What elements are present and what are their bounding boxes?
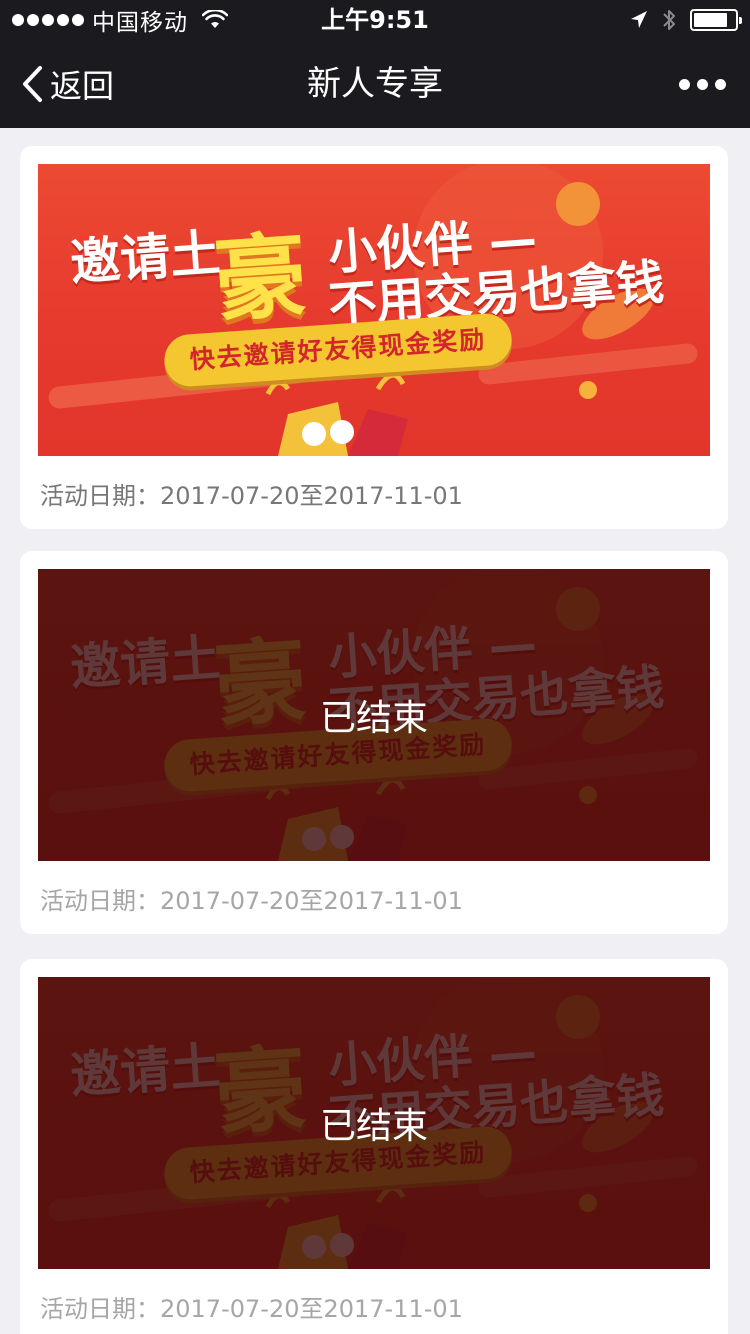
activity-date: 活动日期：2017-07-20至2017-11-01 — [40, 476, 463, 511]
activity-card[interactable]: 邀请土 豪 小伙伴 — 不用交易也拿钱 快去邀请好友得现金奖励 活动日期：201… — [20, 146, 728, 529]
activity-card[interactable]: 邀请土 豪 小伙伴 — 不用交易也拿钱 快去邀请好友得现金奖励 已结束 活动日期… — [20, 551, 728, 934]
date-label: 活动日期： — [40, 1295, 160, 1323]
banner-headline: 邀请土 — [68, 223, 223, 293]
status-right — [630, 0, 742, 40]
activity-card[interactable]: 邀请土 豪 小伙伴 — 不用交易也拿钱 快去邀请好友得现金奖励 已结束 活动日期… — [20, 959, 728, 1334]
battery-level — [694, 13, 727, 27]
date-label: 活动日期： — [40, 887, 160, 915]
ended-overlay: 已结束 — [38, 569, 710, 861]
status-bar: 中国移动 上午9:51 — [0, 0, 750, 40]
date-range: 2017-07-20至2017-11-01 — [160, 887, 463, 915]
activity-banner[interactable]: 邀请土 豪 小伙伴 — 不用交易也拿钱 快去邀请好友得现金奖励 已结束 — [38, 569, 710, 861]
nav-bar: 返回 新人专享 — [0, 40, 750, 128]
activity-date: 活动日期：2017-07-20至2017-11-01 — [40, 1289, 463, 1324]
chevron-left-icon — [23, 66, 42, 102]
back-button[interactable]: 返回 — [20, 40, 114, 128]
more-dot-icon — [715, 78, 726, 90]
activity-date: 活动日期：2017-07-20至2017-11-01 — [40, 881, 463, 916]
banner-headline-emphasis: 豪 — [210, 221, 311, 336]
more-dot-icon — [697, 78, 708, 90]
more-button[interactable] — [679, 40, 726, 128]
ended-status: 已结束 — [319, 1106, 428, 1147]
ended-overlay: 已结束 — [38, 977, 710, 1269]
activity-banner[interactable]: 邀请土 豪 小伙伴 — 不用交易也拿钱 快去邀请好友得现金奖励 已结束 — [38, 977, 710, 1269]
ended-status: 已结束 — [319, 698, 428, 739]
date-label: 活动日期： — [40, 482, 160, 510]
date-range: 2017-07-20至2017-11-01 — [160, 1295, 463, 1323]
bluetooth-icon — [663, 10, 675, 30]
date-range: 2017-07-20至2017-11-01 — [160, 482, 463, 510]
back-label: 返回 — [50, 67, 115, 105]
more-dot-icon — [679, 78, 690, 90]
location-arrow-icon — [631, 11, 647, 28]
activity-banner[interactable]: 邀请土 豪 小伙伴 — 不用交易也拿钱 快去邀请好友得现金奖励 — [38, 164, 710, 456]
battery-icon — [690, 9, 742, 31]
